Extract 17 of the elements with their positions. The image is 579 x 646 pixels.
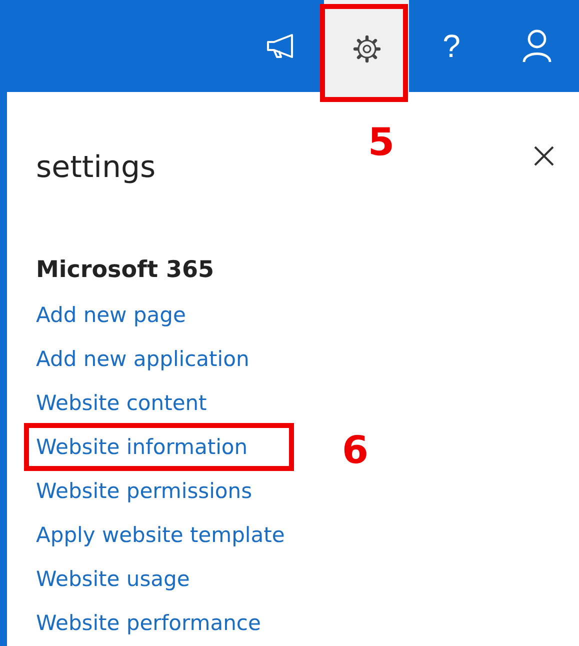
settings-link[interactable]: Website content — [36, 391, 207, 415]
settings-link[interactable]: Website permissions — [36, 479, 252, 503]
settings-icon — [352, 34, 382, 64]
close-icon — [533, 145, 555, 167]
settings-link[interactable]: Website information — [36, 435, 276, 459]
settings-link[interactable]: Website usage — [36, 567, 190, 591]
callout-number: 6 — [342, 428, 368, 472]
callout-number: 5 — [368, 120, 394, 164]
help-button[interactable]: ? — [409, 0, 494, 92]
settings-link[interactable]: Website performance — [36, 611, 261, 635]
settings-link[interactable]: Add new application — [36, 347, 250, 371]
panel-title: settings — [36, 150, 156, 185]
section-heading: Microsoft 365 — [36, 257, 216, 283]
person-icon — [522, 29, 552, 63]
close-button[interactable] — [533, 145, 555, 167]
settings-link[interactable]: Apply website template — [36, 523, 285, 547]
settings-link[interactable]: Add new page — [36, 303, 186, 327]
